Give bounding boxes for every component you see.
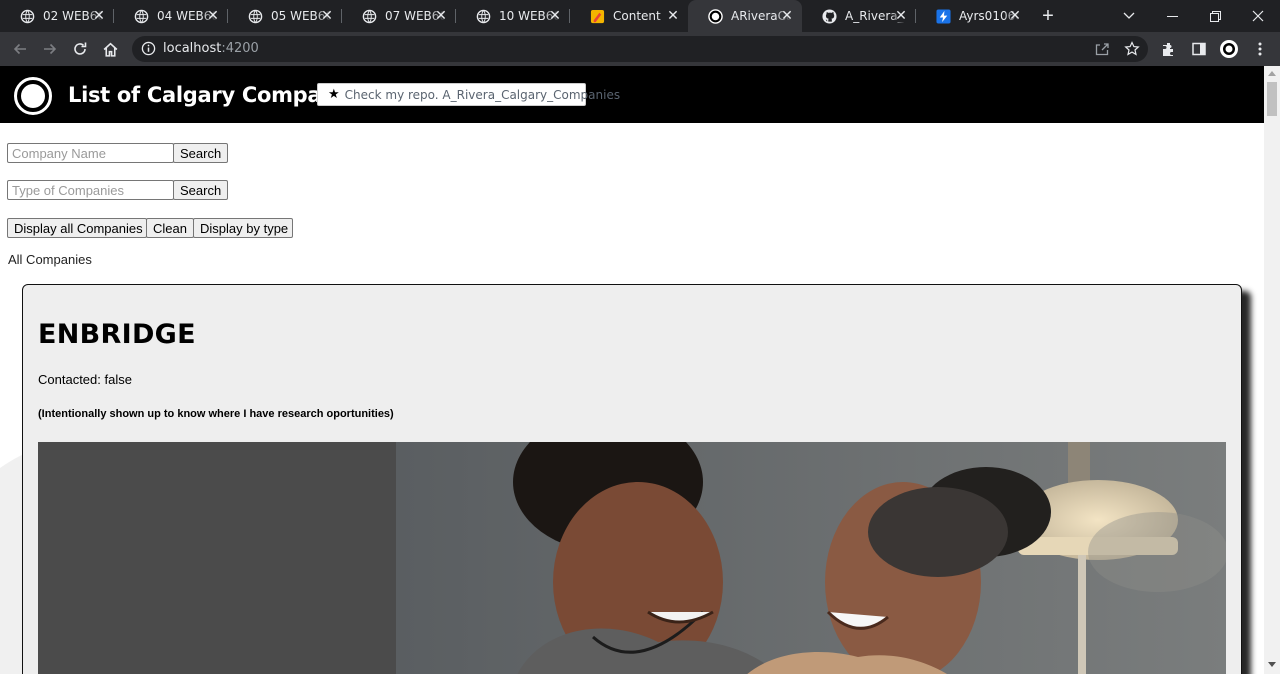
tab-close-icon[interactable]: ✕ xyxy=(666,9,680,23)
tab-close-icon[interactable]: ✕ xyxy=(780,9,794,23)
repo-link-label: Check my repo. A_Rivera_Calgary_Companie… xyxy=(344,87,621,102)
site-logo[interactable] xyxy=(14,77,52,115)
scroll-down-icon[interactable] xyxy=(1268,662,1276,667)
tab-close-icon[interactable]: ✕ xyxy=(548,9,562,23)
forward-icon[interactable] xyxy=(38,37,62,61)
tab-close-icon[interactable]: ✕ xyxy=(434,9,448,23)
browser-tab[interactable]: 07 WEB60 ✕ xyxy=(342,0,456,32)
browser-tab[interactable]: 10 WEB60 ✕ xyxy=(456,0,570,32)
list-heading: All Companies xyxy=(8,252,92,267)
tab-close-icon[interactable]: ✕ xyxy=(92,9,106,23)
share-icon[interactable] xyxy=(1092,39,1112,59)
browser-tab[interactable]: A_Rivera_W ✕ xyxy=(802,0,916,32)
profile-avatar[interactable] xyxy=(1219,39,1239,59)
new-tab-icon[interactable]: + xyxy=(1038,6,1058,26)
content-icon xyxy=(590,9,605,24)
back-icon[interactable] xyxy=(8,37,32,61)
bolt-icon xyxy=(936,8,951,24)
scroll-up-icon[interactable] xyxy=(1268,71,1276,76)
kebab-menu-icon[interactable] xyxy=(1250,39,1270,59)
browser-tab-active[interactable]: ARiveraCal ✕ xyxy=(688,0,802,32)
search-company-button[interactable]: Search xyxy=(173,143,228,163)
display-all-button[interactable]: Display all Companies xyxy=(7,218,147,238)
search-type-button[interactable]: Search xyxy=(173,180,228,200)
tab-close-icon[interactable]: ✕ xyxy=(206,9,220,23)
browser-tab[interactable]: Ayrs0106c ✕ xyxy=(916,0,1030,32)
company-type-input[interactable] xyxy=(7,180,174,200)
circle-logo-icon xyxy=(708,8,723,24)
company-name-input[interactable] xyxy=(7,143,174,163)
globe-icon xyxy=(134,9,149,24)
globe-icon xyxy=(20,9,35,24)
tab-close-icon[interactable]: ✕ xyxy=(894,9,908,23)
browser-tab[interactable]: Content ✕ xyxy=(570,0,688,32)
github-icon xyxy=(822,8,837,24)
star-icon: ★ xyxy=(328,87,340,102)
close-window-icon[interactable] xyxy=(1236,0,1280,32)
tab-title: Content xyxy=(613,9,661,23)
reload-icon[interactable] xyxy=(68,37,92,61)
minimize-icon[interactable] xyxy=(1150,0,1194,32)
side-panel-icon[interactable] xyxy=(1189,39,1209,59)
url-host: localhost xyxy=(163,41,222,56)
bookmark-star-icon[interactable] xyxy=(1122,39,1142,59)
extensions-icon[interactable] xyxy=(1159,39,1179,59)
globe-icon xyxy=(362,9,377,24)
browser-tab-strip: 02 WEB60 ✕ 04 WEB60 ✕ 05 WEB60 ✕ 07 WEB6… xyxy=(0,0,1280,32)
address-bar[interactable]: localhost:4200 xyxy=(132,36,1148,62)
globe-icon xyxy=(248,9,263,24)
company-note: (Intentionally shown up to know where I … xyxy=(38,408,394,420)
restore-icon[interactable] xyxy=(1193,0,1237,32)
display-by-type-button[interactable]: Display by type xyxy=(193,218,293,238)
site-header: List of Calgary Companies. ★ Check my re… xyxy=(0,66,1264,123)
page-viewport: List of Calgary Companies. ★ Check my re… xyxy=(0,66,1264,674)
tab-close-icon[interactable]: ✕ xyxy=(320,9,334,23)
tab-search-icon[interactable] xyxy=(1107,0,1151,32)
company-photo xyxy=(38,442,1226,674)
browser-tab[interactable]: 02 WEB60 ✕ xyxy=(0,0,114,32)
browser-tab[interactable]: 05 WEB60 ✕ xyxy=(228,0,342,32)
site-info-icon[interactable] xyxy=(141,41,156,61)
globe-icon xyxy=(476,9,491,24)
contacted-status: Contacted: false xyxy=(38,372,132,387)
url-port: :4200 xyxy=(221,41,259,56)
home-icon[interactable] xyxy=(98,37,122,61)
browser-toolbar: localhost:4200 xyxy=(0,32,1280,66)
tab-close-icon[interactable]: ✕ xyxy=(1008,9,1022,23)
browser-tab[interactable]: 04 WEB60 ✕ xyxy=(114,0,228,32)
url-text: localhost:4200 xyxy=(163,41,259,56)
company-card: ENBRIDGE Contacted: false (Intentionally… xyxy=(22,284,1242,674)
clean-button[interactable]: Clean xyxy=(146,218,194,238)
repo-link-button[interactable]: ★ Check my repo. A_Rivera_Calgary_Compan… xyxy=(317,83,620,106)
scrollbar-thumb[interactable] xyxy=(1267,82,1277,116)
company-name: ENBRIDGE xyxy=(38,319,196,350)
page-scrollbar[interactable] xyxy=(1264,66,1280,674)
